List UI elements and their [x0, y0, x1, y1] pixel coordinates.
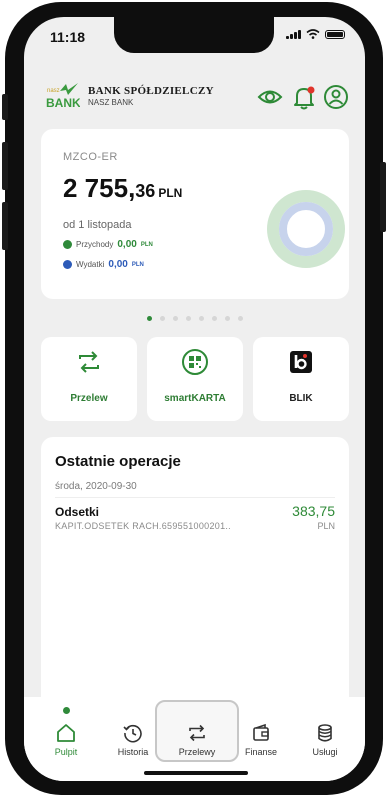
- quick-action-smartkarta[interactable]: smartKARTA: [147, 337, 243, 421]
- history-icon: [123, 724, 142, 743]
- logo-big-text: BANK: [46, 96, 80, 110]
- notification-dot: [307, 86, 315, 94]
- nav-label: Usługi: [312, 747, 338, 757]
- transfer-icon: [189, 724, 205, 742]
- operation-description: KAPIT.ODSETEK RACH.659551000201..: [55, 521, 231, 531]
- power-button: [380, 162, 386, 232]
- nav-label: Pulpit: [54, 747, 78, 757]
- nav-label: Finanse: [244, 747, 278, 757]
- eye-icon[interactable]: [257, 84, 283, 110]
- bank-logo-icon: nasz BANK: [46, 83, 80, 110]
- phone-frame: 11:18 nasz BANK BANK SPÓŁDZIELCZY NASZ B…: [2, 2, 386, 795]
- expense-legend: Wydatki 0,00 PLN: [63, 259, 144, 270]
- user-icon[interactable]: [323, 84, 349, 110]
- volume-down-button: [2, 202, 8, 250]
- bell-icon[interactable]: [291, 84, 317, 110]
- nav-item-historia[interactable]: Historia: [103, 719, 163, 761]
- recent-operations-card: Ostatnie operacje środa, 2020-09-30 Odse…: [41, 437, 349, 737]
- income-legend: Przychody 0,00 PLN: [63, 239, 153, 250]
- volume-up-button: [2, 142, 8, 190]
- database-icon: [318, 724, 332, 742]
- bank-name: BANK SPÓŁDZIELCZY: [88, 85, 214, 97]
- status-icons: [286, 29, 345, 39]
- carousel-dot[interactable]: [185, 316, 191, 321]
- wifi-icon: [306, 29, 320, 39]
- carousel-dot[interactable]: [198, 316, 204, 321]
- quick-action-label: BLIK: [289, 393, 313, 404]
- recent-operations-title: Ostatnie operacje: [55, 453, 181, 470]
- expense-label: Wydatki: [76, 260, 105, 269]
- home-icon: [57, 724, 75, 742]
- expense-currency: PLN: [131, 261, 144, 268]
- app-screen: 11:18 nasz BANK BANK SPÓŁDZIELCZY NASZ B…: [24, 17, 365, 781]
- income-currency: PLN: [140, 241, 153, 248]
- carousel-dot[interactable]: [146, 316, 152, 321]
- divider: [55, 497, 335, 498]
- quick-action-label: smartKARTA: [164, 393, 226, 404]
- carousel-dot[interactable]: [237, 316, 243, 321]
- battery-icon: [325, 29, 345, 39]
- quick-action-blik[interactable]: BLIK: [253, 337, 349, 421]
- operation-amount: 383,75: [292, 503, 335, 519]
- carousel-dot[interactable]: [172, 316, 178, 321]
- nav-item-uslugi[interactable]: Usługi: [295, 719, 355, 761]
- operation-title: Odsetki: [55, 505, 100, 519]
- carousel-dots: [24, 316, 365, 321]
- operation-currency: PLN: [317, 521, 335, 531]
- bottom-navigation: Pulpit Historia Przelewy Finanse Usługi: [24, 697, 365, 781]
- transfer-icon: [79, 351, 99, 373]
- quick-action-label: Przelew: [70, 393, 108, 404]
- expense-value: 0,00: [108, 259, 128, 270]
- active-nav-indicator: [63, 707, 70, 714]
- mute-switch: [2, 94, 8, 120]
- balance-integer: 2 755,: [63, 173, 136, 203]
- qr-card-icon: [182, 349, 208, 375]
- account-balance: 2 755,36 PLN: [63, 173, 182, 204]
- nav-item-przelewy[interactable]: Przelewy: [167, 719, 227, 761]
- bank-subname: NASZ BANK: [88, 98, 134, 107]
- account-card[interactable]: MZCO-ER 2 755,36 PLN od 1 listopada Przyc…: [41, 129, 349, 299]
- nav-item-finanse[interactable]: Finanse: [231, 719, 291, 761]
- expense-dot: [63, 260, 72, 269]
- period-label: od 1 listopada: [63, 219, 132, 231]
- signal-icon: [286, 29, 301, 39]
- balance-donut-chart: [267, 190, 345, 268]
- app-header: nasz BANK BANK SPÓŁDZIELCZY NASZ BANK: [24, 69, 365, 119]
- nav-label: Przelewy: [178, 747, 216, 757]
- home-indicator[interactable]: [144, 771, 248, 775]
- quick-action-transfer[interactable]: Przelew: [41, 337, 137, 421]
- income-dot: [63, 240, 72, 249]
- carousel-dot[interactable]: [159, 316, 165, 321]
- blik-icon: [290, 351, 312, 373]
- operation-date: środa, 2020-09-30: [55, 481, 137, 492]
- carousel-dot[interactable]: [224, 316, 230, 321]
- income-label: Przychody: [76, 240, 114, 249]
- income-value: 0,00: [117, 239, 137, 250]
- status-time: 11:18: [50, 29, 86, 45]
- wallet-icon: [253, 723, 269, 741]
- logo-small-text: nasz: [47, 88, 60, 94]
- notch: [114, 17, 274, 53]
- nav-label: Historia: [117, 747, 149, 757]
- carousel-dot[interactable]: [211, 316, 217, 321]
- nav-item-pulpit[interactable]: Pulpit: [36, 719, 96, 761]
- balance-decimal: 36: [135, 181, 156, 201]
- account-name: MZCO-ER: [63, 151, 118, 163]
- balance-currency: PLN: [158, 186, 183, 200]
